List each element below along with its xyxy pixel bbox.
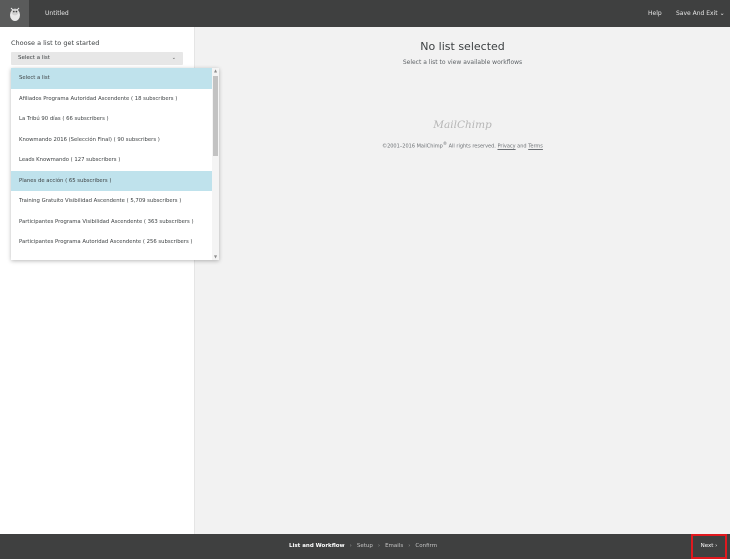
dropdown-option[interactable]: Leads Knowmando ( 127 subscribers ) <box>11 150 212 171</box>
list-select[interactable]: Select a list ⌄ <box>11 52 183 65</box>
chevron-down-icon: ⌄ <box>719 10 725 17</box>
mailchimp-wordmark: MailChimp <box>433 119 492 131</box>
top-bar: Untitled Help Save And Exit ⌄ <box>0 0 730 27</box>
no-list-subheading: Select a list to view available workflow… <box>402 59 523 66</box>
dropdown-option[interactable]: Training Gratuito Visibilidad Ascendente… <box>11 191 212 212</box>
scroll-up-arrow-icon[interactable]: ▲ <box>212 68 219 74</box>
dropdown-option[interactable]: La Tribú 90 días ( 66 subscribers ) <box>11 109 212 130</box>
dropdown-option[interactable]: Planes de acción ( 65 subscribers ) <box>11 170 212 191</box>
dropdown-option[interactable]: Select a list <box>11 68 212 89</box>
step-setup[interactable]: Setup <box>357 543 373 549</box>
next-button[interactable]: Next › <box>691 534 727 559</box>
dropdown-option[interactable]: Participantes Programa Autoridad Ascende… <box>11 232 212 253</box>
dropdown-option[interactable]: Afiliados Programa Autoridad Ascendente … <box>11 89 212 110</box>
campaign-title[interactable]: Untitled <box>45 0 69 27</box>
dropdown-option[interactable]: Knowmando 2016 (Selección Final) ( 90 su… <box>11 130 212 151</box>
scroll-down-arrow-icon[interactable]: ▼ <box>212 254 219 260</box>
chevron-down-icon: ⌄ <box>171 55 176 61</box>
help-link[interactable]: Help <box>648 0 662 27</box>
choose-list-label: Choose a list to get started <box>11 39 100 47</box>
dropdown-option[interactable]: Participantes Programa Visibilidad Ascen… <box>11 212 212 233</box>
chevron-right-icon: › <box>377 543 381 549</box>
step-confirm[interactable]: Confirm <box>415 543 437 549</box>
chevron-right-icon: › <box>408 543 411 549</box>
terms-link[interactable]: Terms <box>528 144 543 150</box>
save-and-exit-label: Save And Exit <box>676 10 718 17</box>
step-emails[interactable]: Emails <box>385 543 403 549</box>
list-select-value: Select a list <box>18 55 50 61</box>
scrollbar-thumb[interactable] <box>213 76 218 156</box>
copyright-and: and <box>515 143 529 150</box>
no-list-heading: No list selected <box>420 40 505 53</box>
chevron-right-icon: › <box>349 543 352 549</box>
copyright-rights: All rights reserved. <box>447 143 498 150</box>
privacy-link[interactable]: Privacy <box>497 144 515 150</box>
footer-bar: List and Workflow › Setup › Emails › Confirm <box>0 534 730 559</box>
mailchimp-logo-icon[interactable] <box>0 0 29 27</box>
dropdown-scrollbar[interactable]: ▲ ▼ <box>212 68 219 260</box>
save-and-exit-button[interactable]: Save And Exit ⌄ <box>676 0 725 27</box>
step-breadcrumb: List and Workflow › Setup › Emails › Confirm <box>289 534 437 559</box>
step-list-and-workflow[interactable]: List and Workflow <box>289 543 345 549</box>
copyright-text: ©2001–2016 MailChimp <box>382 143 443 150</box>
list-dropdown[interactable]: Select a list Afiliados Programa Autorid… <box>11 68 219 260</box>
main-panel: No list selected Select a list to view a… <box>195 27 730 534</box>
copyright-line: ©2001–2016 MailChimp® All rights reserve… <box>195 141 730 150</box>
